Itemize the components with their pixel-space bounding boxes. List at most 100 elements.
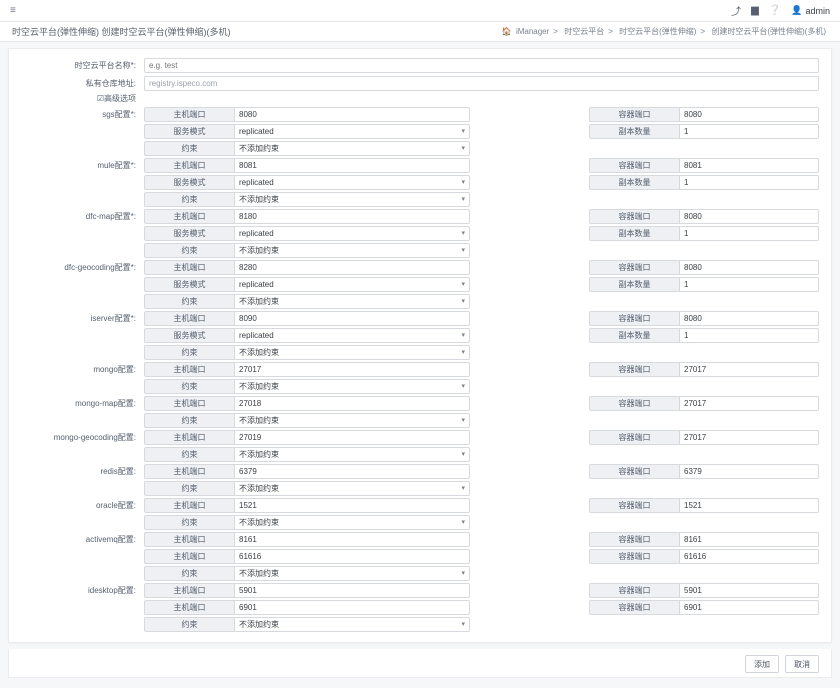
section-body: 主机端口容器端口服务模式replicated▾副本数量约束不添加约束▾: [144, 209, 819, 260]
host_port-input[interactable]: [234, 311, 470, 326]
select-value: 不添加约束: [237, 347, 467, 358]
container_port-input[interactable]: [679, 600, 819, 615]
field-line: 服务模式replicated▾副本数量: [144, 328, 819, 343]
container_port-input[interactable]: [679, 260, 819, 275]
constraint-select[interactable]: 不添加约束▾: [234, 413, 470, 428]
chevron-down-icon: ▾: [461, 127, 465, 135]
host_port-input[interactable]: [234, 532, 470, 547]
hamburger-icon[interactable]: ≡: [10, 5, 16, 16]
constraint-select[interactable]: 不添加约束▾: [234, 192, 470, 207]
field-pair: 副本数量: [589, 175, 819, 190]
section-body: 主机端口容器端口主机端口容器端口约束不添加约束▾: [144, 583, 819, 634]
select-value: replicated: [237, 280, 467, 289]
name-input[interactable]: [144, 58, 819, 73]
constraint-select[interactable]: 不添加约束▾: [234, 243, 470, 258]
replica_count-input[interactable]: [679, 175, 819, 190]
constraint-label: 约束: [144, 141, 234, 156]
host_port-input[interactable]: [234, 549, 470, 564]
field-pair: 服务模式replicated▾: [144, 124, 470, 139]
constraint-select[interactable]: 不添加约束▾: [234, 515, 470, 530]
home-icon[interactable]: 🏠: [502, 27, 512, 36]
container_port-input[interactable]: [679, 430, 819, 445]
constraint-select[interactable]: 不添加约束▾: [234, 141, 470, 156]
field-line: 约束不添加约束▾: [144, 294, 819, 309]
repo-input[interactable]: [144, 76, 819, 91]
container_port-input[interactable]: [679, 107, 819, 122]
name-row: 时空云平台名称*:: [9, 57, 819, 73]
name-label: 时空云平台名称*:: [9, 60, 144, 71]
host_port-input[interactable]: [234, 600, 470, 615]
breadcrumb-link[interactable]: iManager: [516, 27, 549, 36]
host_port-input[interactable]: [234, 209, 470, 224]
host_port-label: 主机端口: [144, 600, 234, 615]
chevron-down-icon: ▾: [461, 484, 465, 492]
container_port-input[interactable]: [679, 549, 819, 564]
field-pair: 主机端口: [144, 158, 470, 173]
host_port-input[interactable]: [234, 396, 470, 411]
field-pair: 主机端口: [144, 209, 470, 224]
cancel-button[interactable]: 取消: [785, 655, 819, 673]
constraint-select[interactable]: 不添加约束▾: [234, 566, 470, 581]
host_port-input[interactable]: [234, 583, 470, 598]
replica_count-input[interactable]: [679, 124, 819, 139]
constraint-select[interactable]: 不添加约束▾: [234, 447, 470, 462]
replica_count-input[interactable]: [679, 328, 819, 343]
breadcrumb-link[interactable]: 时空云平台: [564, 27, 604, 36]
container_port-input[interactable]: [679, 532, 819, 547]
add-button[interactable]: 添加: [745, 655, 779, 673]
host_port-label: 主机端口: [144, 532, 234, 547]
section-dfc-geocoding: dfc-geocoding配置*:主机端口容器端口服务模式replicated▾…: [9, 260, 819, 311]
service_mode-select[interactable]: replicated▾: [234, 124, 470, 139]
field-line: 约束不添加约束▾: [144, 243, 819, 258]
advanced-toggle[interactable]: ☑高级选项: [9, 93, 144, 104]
container_port-input[interactable]: [679, 498, 819, 513]
chevron-down-icon: ▾: [461, 195, 465, 203]
upload-icon[interactable]: ⤴: [731, 3, 741, 18]
constraint-select[interactable]: 不添加约束▾: [234, 379, 470, 394]
field-pair: 服务模式replicated▾: [144, 277, 470, 292]
host_port-input[interactable]: [234, 430, 470, 445]
host_port-input[interactable]: [234, 260, 470, 275]
host_port-input[interactable]: [234, 158, 470, 173]
replica_count-input[interactable]: [679, 277, 819, 292]
section-label: mongo-geocoding配置:: [9, 430, 144, 464]
section-body: 主机端口容器端口主机端口容器端口约束不添加约束▾: [144, 532, 819, 583]
constraint-select[interactable]: 不添加约束▾: [234, 294, 470, 309]
host_port-input[interactable]: [234, 107, 470, 122]
host_port-label: 主机端口: [144, 464, 234, 479]
service_mode-select[interactable]: replicated▾: [234, 226, 470, 241]
replica_count-input[interactable]: [679, 226, 819, 241]
container_port-input[interactable]: [679, 396, 819, 411]
container_port-input[interactable]: [679, 158, 819, 173]
field-line: 约束不添加约束▾: [144, 379, 819, 394]
container_port-input[interactable]: [679, 362, 819, 377]
container_port-input[interactable]: [679, 464, 819, 479]
constraint-select[interactable]: 不添加约束▾: [234, 345, 470, 360]
filter-icon[interactable]: ▆: [751, 5, 759, 16]
chevron-right-icon: >: [608, 27, 613, 36]
help-icon[interactable]: ❔: [769, 5, 781, 16]
chevron-down-icon: ▾: [461, 569, 465, 577]
host_port-input[interactable]: [234, 498, 470, 513]
field-pair: 容器端口: [589, 430, 819, 445]
container_port-input[interactable]: [679, 209, 819, 224]
chevron-down-icon: ▾: [461, 297, 465, 305]
field-pair: 主机端口: [144, 532, 470, 547]
section-oracle: oracle配置:主机端口容器端口约束不添加约束▾: [9, 498, 819, 532]
constraint-select[interactable]: 不添加约束▾: [234, 481, 470, 496]
section-sgs: sgs配置*:主机端口容器端口服务模式replicated▾副本数量约束不添加约…: [9, 107, 819, 158]
sub-bar: 时空云平台(弹性伸缩) 创建时空云平台(弹性伸缩)(多机) 🏠 iManager…: [0, 22, 840, 42]
service_mode-select[interactable]: replicated▾: [234, 175, 470, 190]
service_mode-select[interactable]: replicated▾: [234, 328, 470, 343]
field-line: 服务模式replicated▾副本数量: [144, 124, 819, 139]
host_port-input[interactable]: [234, 362, 470, 377]
select-value: replicated: [237, 331, 467, 340]
select-value: 不添加约束: [237, 483, 467, 494]
breadcrumb-link[interactable]: 时空云平台(弹性伸缩): [619, 27, 696, 36]
container_port-input[interactable]: [679, 583, 819, 598]
constraint-label: 约束: [144, 566, 234, 581]
service_mode-select[interactable]: replicated▾: [234, 277, 470, 292]
host_port-input[interactable]: [234, 464, 470, 479]
container_port-input[interactable]: [679, 311, 819, 326]
user-menu[interactable]: 👤 admin: [791, 5, 830, 16]
